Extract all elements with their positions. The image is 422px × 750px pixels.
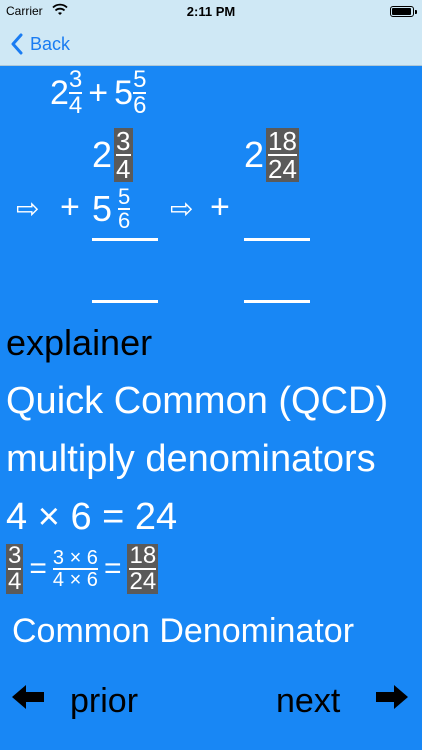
explainer-line: 4 × 6 = 24 <box>6 496 178 538</box>
answer-line <box>92 300 158 303</box>
plus-sign: + <box>88 73 109 112</box>
next-button[interactable]: next <box>276 682 340 721</box>
mixed-whole: 2 <box>244 134 265 175</box>
work-top-left: 2 3 4 <box>92 128 133 182</box>
arrow-right-icon[interactable] <box>374 682 410 712</box>
numerator: 3 × 6 <box>52 547 98 569</box>
explainer-heading: explainer <box>6 322 153 363</box>
denominator: 6 <box>133 92 147 119</box>
fraction-equation: 3 4 = 3 × 6 4 × 6 = 18 24 <box>6 542 159 595</box>
work-mid-left: 5 5 6 <box>92 184 131 233</box>
highlighted-fraction: 18 24 <box>266 128 299 182</box>
sum-line <box>244 238 310 241</box>
mixed-whole: 5 <box>92 188 113 229</box>
highlighted-fraction: 3 4 <box>6 542 24 595</box>
status-bar: Carrier 2:11 PM <box>0 0 422 22</box>
equals-sign: = <box>29 552 47 585</box>
numerator: 3 <box>8 542 22 569</box>
arrow-left-icon[interactable] <box>10 682 46 712</box>
fraction: 3 × 6 4 × 6 <box>52 547 98 591</box>
numerator: 18 <box>129 542 157 569</box>
equals-sign: = <box>103 552 122 585</box>
explainer-line: Quick Common (QCD) <box>6 380 389 422</box>
mixed-whole: 2 <box>50 73 69 112</box>
fraction: 5 6 <box>118 184 131 233</box>
highlighted-fraction: 3 4 <box>114 126 133 184</box>
numerator: 3 <box>116 126 131 156</box>
numerator: 5 <box>133 66 147 93</box>
back-label: Back <box>30 33 71 54</box>
work-top-right: 2 18 24 <box>244 128 299 182</box>
denominator: 4 <box>8 568 22 595</box>
arrow-right-icon: ⇨ <box>16 193 40 224</box>
numerator: 3 <box>68 66 83 93</box>
denominator: 4 × 6 <box>52 569 98 591</box>
fraction: 3 4 <box>68 66 83 119</box>
back-button[interactable]: Back <box>10 30 70 58</box>
chevron-left-icon <box>11 33 23 55</box>
denominator: 4 <box>116 154 131 184</box>
arrow-right-icon: ⇨ <box>170 193 194 224</box>
denominator: 6 <box>118 208 131 233</box>
fraction: 5 6 <box>133 66 147 119</box>
mixed-whole: 5 <box>114 73 134 112</box>
plus-sign: + <box>60 188 80 226</box>
sum-line <box>92 238 158 241</box>
problem-statement: 2 3 4 + 5 5 6 <box>50 66 147 119</box>
prior-button[interactable]: prior <box>70 682 138 721</box>
navigation-bar: Back <box>0 22 422 66</box>
clock: 2:11 PM <box>186 4 236 19</box>
lesson-content: 2 3 4 + 5 5 6 2 3 4 2 18 24 ⇨ + 5 5 6 ⇨ … <box>0 66 422 750</box>
answer-line <box>244 300 310 303</box>
common-denominator-label: Common Denominator <box>12 612 355 650</box>
highlighted-fraction: 18 24 <box>127 542 159 595</box>
numerator: 18 <box>268 126 297 156</box>
plus-sign: + <box>210 188 230 226</box>
denominator: 24 <box>268 154 297 184</box>
mixed-whole: 2 <box>92 134 113 175</box>
battery-icon <box>390 6 417 17</box>
explainer-line: multiply denominators <box>6 438 376 480</box>
step-navigation: prior next <box>0 678 422 728</box>
denominator: 24 <box>129 568 157 595</box>
denominator: 4 <box>68 92 83 119</box>
numerator: 5 <box>118 184 131 209</box>
